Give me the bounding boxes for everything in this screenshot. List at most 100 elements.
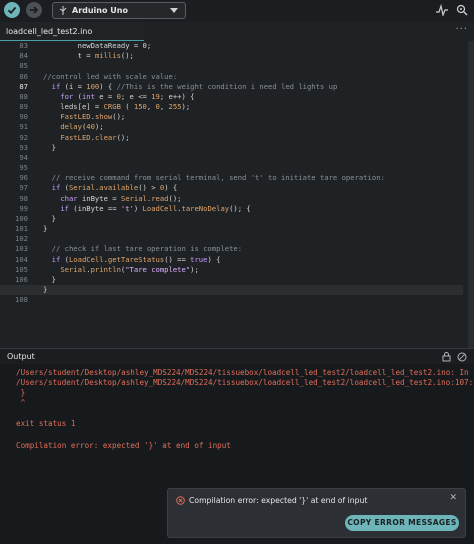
code-line[interactable]: FastLED.clear(); [43, 133, 463, 143]
code-token: () == [164, 254, 191, 264]
code-line[interactable]: if (inByte == 't') LoadCell.tareNoDelay(… [43, 204, 463, 214]
editor-scrollbar[interactable] [468, 41, 474, 348]
code-token: ; e++) { [159, 91, 195, 101]
clear-output-icon[interactable] [457, 352, 467, 362]
line-number: 85 [19, 61, 28, 71]
chevron-down-icon [170, 8, 178, 13]
line-number: 90 [19, 112, 28, 122]
code-token: println [90, 264, 121, 274]
code-line[interactable]: } [43, 214, 463, 224]
error-circle-icon [176, 496, 185, 505]
tab-sketch-file[interactable]: loadcell_led_test2.ino [0, 22, 144, 41]
code-token: FastLED [60, 112, 91, 122]
code-line[interactable]: } [0, 285, 463, 296]
more-tabs-icon[interactable]: ··· [455, 24, 468, 35]
code-line[interactable]: for (int e = 0; e <= 19; e++) { [43, 92, 463, 102]
code-token: if [60, 203, 69, 213]
code-line[interactable] [43, 163, 463, 173]
code-line[interactable] [43, 234, 463, 244]
line-number: 101 [15, 224, 28, 234]
line-number: 100 [15, 213, 28, 223]
line-number: 88 [19, 91, 28, 101]
line-number: 102 [15, 234, 28, 244]
code-line[interactable]: t = millis(); [43, 51, 463, 61]
code-line[interactable]: newDataReady = 0; [43, 41, 463, 51]
serial-monitor-icon[interactable] [456, 4, 468, 16]
code-token: leds[e] = [43, 102, 104, 112]
toolbar: Arduino Uno [0, 0, 474, 22]
code-line[interactable]: if (LoadCell.getTareStatus() == true) { [43, 255, 463, 265]
code-line[interactable]: if (Serial.available() > 0) { [43, 183, 463, 193]
code-token: Serial [60, 264, 87, 274]
line-number: 93 [19, 142, 28, 152]
code-token: //control led with scale value: [43, 71, 178, 81]
copy-error-messages-button[interactable]: COPY ERROR MESSAGES [345, 515, 459, 531]
board-selector[interactable]: Arduino Uno [52, 2, 186, 19]
code-area[interactable]: newDataReady = 0; t = millis();//control… [0, 41, 463, 305]
notification-message: Compilation error: expected '}' at end o… [189, 496, 368, 505]
tab-label: loadcell_led_test2.ino [6, 27, 93, 36]
code-token: } [43, 285, 48, 295]
code-token: , [146, 102, 156, 112]
code-token: ); [190, 264, 199, 274]
code-token: // receive command from serial terminal,… [51, 173, 385, 183]
code-token: if [51, 183, 61, 193]
serial-plotter-icon[interactable] [436, 4, 448, 16]
line-number: 86 [19, 71, 28, 81]
code-token: ); [94, 122, 104, 132]
code-token: getTareStatus [107, 254, 165, 264]
code-token: char [60, 193, 78, 203]
code-line[interactable] [43, 295, 463, 305]
code-line[interactable]: char inByte = Serial.read(); [43, 194, 463, 204]
code-token: t = [43, 51, 95, 61]
code-line[interactable]: Serial.println("Tare complete"); [43, 265, 463, 275]
code-line[interactable]: FastLED.show(); [43, 112, 463, 122]
verify-button[interactable] [4, 2, 20, 18]
output-line: ^ [16, 398, 26, 407]
code-line[interactable]: if (i = 100) { //This is the weight cond… [43, 82, 463, 92]
code-line[interactable]: // check if last tare operation is compl… [43, 244, 463, 254]
line-number: 87 [19, 81, 28, 91]
code-line[interactable] [43, 61, 463, 71]
code-line[interactable]: delay(40); [43, 122, 463, 132]
code-token: inByte = [77, 193, 121, 203]
code-token: 150 [133, 102, 147, 112]
upload-button[interactable] [26, 2, 42, 18]
code-editor[interactable]: 83 84 85 86 87 88 89 90 91 92 93 94 95 96 97 98 99 100 101… [0, 41, 474, 348]
line-number: 94 [19, 152, 28, 162]
code-token: ( [60, 183, 69, 193]
line-number: 106 [15, 274, 28, 284]
code-token: ) [133, 203, 143, 213]
code-token: newDataReady = 0; [43, 41, 152, 50]
line-number: 91 [19, 122, 28, 132]
code-line[interactable]: } [43, 224, 463, 234]
code-line[interactable]: // receive command from serial terminal,… [43, 173, 463, 183]
code-token: } [43, 224, 48, 234]
code-token: millis [94, 51, 121, 61]
code-token: ) { [207, 254, 221, 264]
code-token: delay [60, 122, 82, 132]
code-token: if [51, 254, 61, 264]
code-line[interactable]: } [43, 275, 463, 285]
lock-icon[interactable] [442, 352, 451, 362]
code-line[interactable]: //control led with scale value: [43, 72, 463, 82]
code-line[interactable]: } [43, 143, 463, 153]
close-icon[interactable]: ✕ [449, 493, 457, 503]
code-token: ( [60, 254, 69, 264]
code-line[interactable] [43, 153, 463, 163]
line-numbers: 83 84 85 86 87 88 89 90 91 92 93 94 95 96 97 98 99 100 101… [0, 41, 32, 305]
code-token: tareNoDelay [181, 203, 230, 213]
code-token: //This is the weight condition i need le… [116, 81, 338, 91]
code-token: show [94, 112, 113, 122]
code-line[interactable]: leds[e] = CRGB ( 150, 0, 255); [43, 102, 463, 112]
code-token: LoadCell [142, 203, 178, 213]
line-number: 105 [15, 264, 28, 274]
verify-icon [7, 6, 17, 15]
output-actions [442, 352, 467, 362]
line-number: 99 [19, 203, 28, 213]
code-token: int [81, 91, 95, 101]
